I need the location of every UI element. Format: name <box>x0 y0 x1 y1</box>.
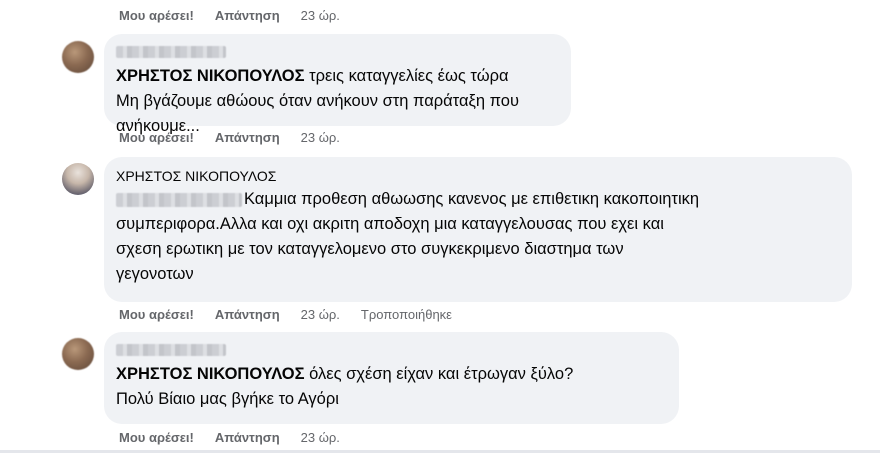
comment-text-line: Καμμια προθεση αθωωσης κανενος με επιθετ… <box>116 187 840 212</box>
comment-text-line: γεγονοτων <box>116 265 194 283</box>
like-button[interactable]: Μου αρέσει! <box>119 130 194 145</box>
comment-text-part: όλες σχέση είχαν και έτρωγαν ξύλο? <box>304 365 574 383</box>
comment-actions: Μου αρέσει! Απάντηση 23 ώρ. <box>119 8 361 23</box>
blurred-tagged-name[interactable] <box>116 192 242 207</box>
edited-label[interactable]: Τροποποιήθηκε <box>361 307 452 322</box>
blurred-commenter-name[interactable] <box>116 344 226 356</box>
comment-bubble: ΧΡΗΣΤΟΣ ΝΙΚΟΠΟΥΛΟΣ όλες σχέση είχαν και … <box>104 332 679 424</box>
comment-text: ΧΡΗΣΤΟΣ ΝΙΚΟΠΟΥΛΟΣ τρεις καταγγελίες έως… <box>116 64 559 89</box>
tagged-user-link[interactable]: ΧΡΗΣΤΟΣ ΝΙΚΟΠΟΥΛΟΣ <box>116 365 305 383</box>
comment-timestamp[interactable]: 23 ώρ. <box>301 130 340 145</box>
like-button[interactable]: Μου αρέσει! <box>119 307 194 322</box>
reply-button[interactable]: Απάντηση <box>215 130 280 145</box>
commenter-avatar[interactable] <box>62 163 94 195</box>
comment-text-line: σχεση ερωτικη με τον καταγγελομενο στο σ… <box>116 240 624 258</box>
reply-button[interactable]: Απάντηση <box>215 430 280 445</box>
comment-bubble: ΧΡΗΣΤΟΣ ΝΙΚΟΠΟΥΛΟΣ Καμμια προθεση αθωωση… <box>104 157 852 302</box>
comment-text-line: Πολύ Βίαιο μας βγήκε το Αγόρι <box>116 390 339 408</box>
comment-timestamp[interactable]: 23 ώρ. <box>301 430 340 445</box>
comment-actions: Μου αρέσει! Απάντηση 23 ώρ. <box>119 430 361 445</box>
comment-bubble: ΧΡΗΣΤΟΣ ΝΙΚΟΠΟΥΛΟΣ τρεις καταγγελίες έως… <box>104 34 571 135</box>
comment-text: ΧΡΗΣΤΟΣ ΝΙΚΟΠΟΥΛΟΣ όλες σχέση είχαν και … <box>116 362 667 387</box>
comment-actions: Μου αρέσει! Απάντηση 23 ώρ. Τροποποιήθηκ… <box>119 307 452 322</box>
comment-text-line: συμπεριφορα.Αλλα και οχι ακριτη αποδοχη … <box>116 215 664 233</box>
tagged-user-link[interactable]: ΧΡΗΣΤΟΣ ΝΙΚΟΠΟΥΛΟΣ <box>116 67 305 85</box>
comment-author-name[interactable]: ΧΡΗΣΤΟΣ ΝΙΚΟΠΟΥΛΟΣ <box>116 167 840 185</box>
like-button[interactable]: Μου αρέσει! <box>119 430 194 445</box>
comment-actions: Μου αρέσει! Απάντηση 23 ώρ. <box>119 130 361 145</box>
like-button[interactable]: Μου αρέσει! <box>119 8 194 23</box>
comment-text-part: τρεις καταγγελίες έως τώρα <box>304 67 509 85</box>
comment-timestamp[interactable]: 23 ώρ. <box>301 8 340 23</box>
comment-timestamp[interactable]: 23 ώρ. <box>301 307 340 322</box>
comment-text-part: Καμμια προθεση αθωωσης κανενος με επιθετ… <box>244 190 700 208</box>
reply-button[interactable]: Απάντηση <box>215 8 280 23</box>
blurred-commenter-name[interactable] <box>116 46 226 58</box>
reply-button[interactable]: Απάντηση <box>215 307 280 322</box>
commenter-avatar[interactable] <box>62 338 94 370</box>
commenter-avatar[interactable] <box>62 41 94 73</box>
